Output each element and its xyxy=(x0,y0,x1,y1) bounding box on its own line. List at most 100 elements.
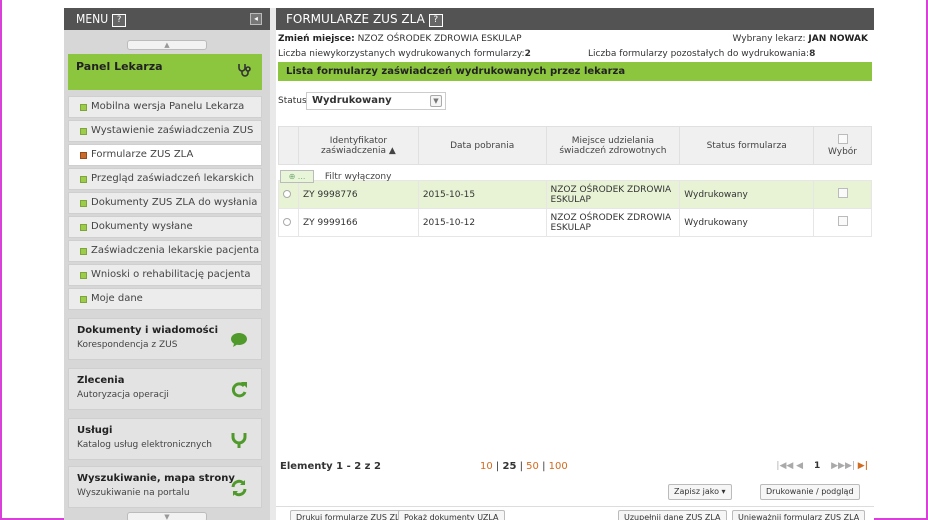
scroll-up-button[interactable]: ▲ xyxy=(127,40,207,50)
table-header: Identyfikator zaświadczenia ▲ Data pobra… xyxy=(278,126,872,165)
cell-choose xyxy=(813,208,872,237)
screenshot-frame: MENU? ◂ ▲ Panel Lekarza Mobilna wersja P… xyxy=(0,0,928,520)
bullet-icon xyxy=(80,272,87,279)
chevron-down-icon[interactable]: ▾ xyxy=(722,487,726,496)
divider xyxy=(276,506,874,507)
filter-button[interactable]: ⊕ ... xyxy=(280,170,314,183)
sidebar-item-label: Dokumenty ZUS ZLA do wysłania xyxy=(91,197,258,208)
cell-status: Wydrukowany xyxy=(679,180,815,209)
print-forms-button[interactable]: Drukuj formularze ZUS ZLA xyxy=(290,510,412,520)
doctor-info: Wybrany lekarz: JAN NOWAK xyxy=(732,34,868,44)
group-title: Usługi xyxy=(77,425,113,436)
place-value: NZOZ OŚRODEK ZDROWIA ESKULAP xyxy=(357,34,522,44)
group-title: Dokumenty i wiadomości xyxy=(77,325,218,336)
sort-asc-icon[interactable]: ▲ xyxy=(389,146,396,156)
sidebar-item-issue-zla[interactable]: Wystawienie zaświadczenia ZUS ZLA xyxy=(68,120,262,156)
filter-status: Filtr wyłączony xyxy=(324,172,392,182)
cell-place: NZOZ OŚRODEK ZDROWIA ESKULAP xyxy=(545,208,681,237)
chevron-down-icon[interactable]: ▼ xyxy=(430,95,442,107)
change-place-link[interactable]: Zmień miejsce: xyxy=(278,34,355,44)
sidebar-item-label: Moje dane xyxy=(91,293,143,304)
filter-row: ⊕ ... Filtr wyłączony xyxy=(278,170,872,184)
page-title: FORMULARZE ZUS ZLA? xyxy=(286,12,443,27)
row-checkbox[interactable] xyxy=(837,188,848,198)
menu-title: MENU? xyxy=(76,12,127,27)
title-bar: FORMULARZE ZUS ZLA? xyxy=(276,8,874,30)
table-row[interactable]: ZY 9998776 2015-10-15 NZOZ OŚRODEK ZDROW… xyxy=(278,180,872,209)
cell-date: 2015-10-12 xyxy=(417,208,547,237)
cell-id: ZY 9998776 xyxy=(298,180,419,209)
bullet-icon xyxy=(80,176,87,183)
cell-date: 2015-10-15 xyxy=(417,180,547,209)
cell-place: NZOZ OŚRODEK ZDROWIA ESKULAP xyxy=(545,180,681,209)
menu-bar: MENU? ◂ xyxy=(64,8,270,30)
panel-header[interactable]: Panel Lekarza xyxy=(68,54,262,90)
group-search[interactable]: Wyszukiwanie, mapa strony Wyszukiwanie n… xyxy=(68,466,262,508)
col-radio xyxy=(278,126,299,165)
sidebar-item-sent[interactable]: Dokumenty wysłane xyxy=(68,216,262,238)
row-radio[interactable] xyxy=(278,180,299,209)
sidebar-item-label: Dokumenty wysłane xyxy=(91,221,193,232)
group-services[interactable]: Usługi Katalog usług elektronicznych xyxy=(68,418,262,460)
col-status[interactable]: Status formularza xyxy=(679,126,815,165)
main-content: FORMULARZE ZUS ZLA? Zmień miejsce: NZOZ … xyxy=(276,8,874,520)
group-orders[interactable]: Zlecenia Autoryzacja operacji xyxy=(68,368,262,410)
group-documents[interactable]: Dokumenty i wiadomości Korespondencja z … xyxy=(68,318,262,360)
last-page-icon[interactable]: ▶| xyxy=(858,461,868,471)
col-id[interactable]: Identyfikator zaświadczenia ▲ xyxy=(298,126,419,165)
next-fast-icon[interactable]: ▶▶| xyxy=(838,461,855,471)
sidebar-item-review[interactable]: Przegląd zaświadczeń lekarskich xyxy=(68,168,262,190)
app-window: MENU? ◂ ▲ Panel Lekarza Mobilna wersja P… xyxy=(64,8,874,520)
unused-label: Liczba niewykorzystanych wydrukowanych f… xyxy=(278,49,525,59)
help-icon[interactable]: ? xyxy=(428,14,443,27)
sidebar-item-patient-certs[interactable]: Zaświadczenia lekarskie pacjenta xyxy=(68,240,262,262)
page-size-25[interactable]: 25 xyxy=(502,461,516,472)
group-subtitle: Katalog usług elektronicznych xyxy=(77,440,212,450)
print-preview-button[interactable]: Drukowanie / podgląd xyxy=(760,484,860,500)
row-radio[interactable] xyxy=(278,208,299,237)
unused-count: 2 xyxy=(524,49,531,59)
select-all-checkbox[interactable] xyxy=(837,134,848,144)
complete-data-button[interactable]: Uzupełnij dane ZUS ZLA xyxy=(618,510,727,520)
group-title: Wyszukiwanie, mapa strony xyxy=(77,473,235,484)
status-select[interactable]: Wydrukowany ▼ xyxy=(306,92,446,110)
sidebar-item-mobile[interactable]: Mobilna wersja Panelu Lekarza xyxy=(68,96,262,118)
page-size-10[interactable]: 10 xyxy=(480,461,493,472)
group-title: Zlecenia xyxy=(77,375,125,386)
show-docs-button[interactable]: Pokaż dokumenty UZLA xyxy=(398,510,505,520)
sidebar-item-my-data[interactable]: Moje dane xyxy=(68,288,262,310)
remaining-count: 8 xyxy=(809,49,816,59)
sidebar-item-rehab[interactable]: Wnioski o rehabilitację pacjenta xyxy=(68,264,262,286)
bullet-icon xyxy=(80,152,87,159)
help-icon[interactable]: ? xyxy=(112,14,127,27)
bullet-icon xyxy=(80,296,87,303)
cancel-form-button[interactable]: Unieważnij formularz ZUS ZLA xyxy=(732,510,866,520)
next-page-icon[interactable]: ▶ xyxy=(831,461,838,471)
page-size-100[interactable]: 100 xyxy=(549,461,568,472)
prev-page-icon[interactable]: ◀ xyxy=(796,461,803,471)
pager: Elementy 1 - 2 z 2 10 | 25 | 50 | 100 |◀… xyxy=(278,458,872,478)
sidebar-item-to-send[interactable]: Dokumenty ZUS ZLA do wysłania xyxy=(68,192,262,214)
status-value: Wydrukowany xyxy=(312,95,392,106)
current-page: 1 xyxy=(813,461,821,471)
sidebar-item-label: Mobilna wersja Panelu Lekarza xyxy=(91,101,245,112)
first-page-icon[interactable]: |◀◀ xyxy=(776,461,793,471)
fork-icon xyxy=(229,430,249,450)
elements-count: Elementy 1 - 2 z 2 xyxy=(280,461,381,472)
scroll-down-button[interactable]: ▼ xyxy=(127,512,207,520)
refresh-icon xyxy=(229,380,249,400)
col-place[interactable]: Miejsce udzielania świadczeń zdrowotnych xyxy=(545,126,681,165)
table-row[interactable]: ZY 9999166 2015-10-12 NZOZ OŚRODEK ZDROW… xyxy=(278,208,872,237)
sidebar-item-label: Formularze ZUS ZLA xyxy=(91,149,194,160)
save-as-button[interactable]: Zapisz jako ▾ xyxy=(668,484,732,500)
list-title: Lista formularzy zaświadczeń wydrukowany… xyxy=(278,62,872,81)
col-choose[interactable]: Wybór xyxy=(813,126,872,165)
page-size-selector: 10 | 25 | 50 | 100 xyxy=(480,461,568,472)
row-checkbox[interactable] xyxy=(837,216,848,226)
page-size-50[interactable]: 50 xyxy=(526,461,539,472)
place-info: Zmień miejsce: NZOZ OŚRODEK ZDROWIA ESKU… xyxy=(278,34,872,44)
collapse-icon[interactable]: ◂ xyxy=(250,13,262,25)
sidebar-item-forms-zla[interactable]: Formularze ZUS ZLA xyxy=(68,144,262,166)
sidebar-item-label: Wnioski o rehabilitację pacjenta xyxy=(91,269,251,280)
col-date[interactable]: Data pobrania xyxy=(417,126,547,165)
